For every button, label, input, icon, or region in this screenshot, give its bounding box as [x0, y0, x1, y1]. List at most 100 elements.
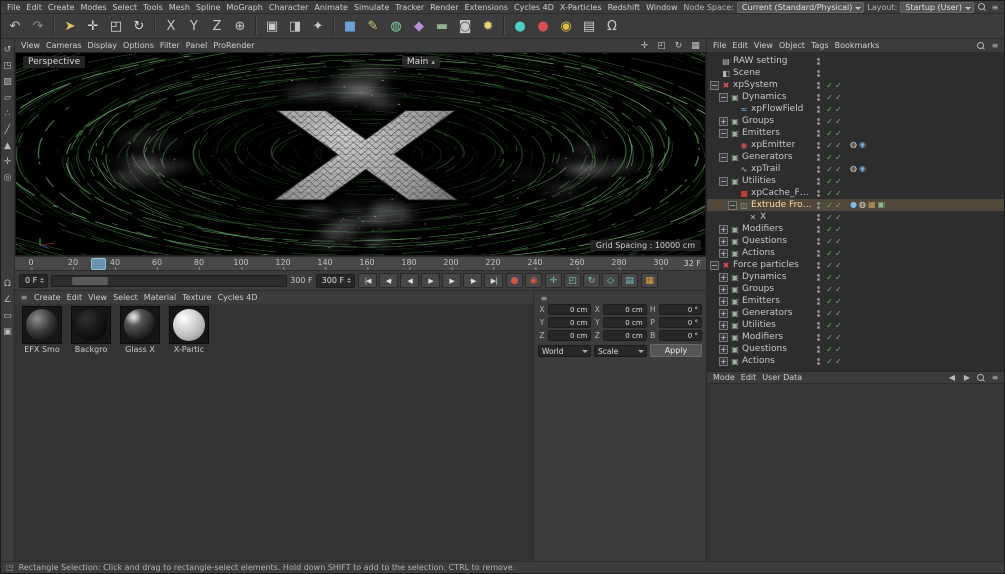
- expand-icon[interactable]: +: [719, 248, 728, 258]
- tree-item-actions[interactable]: + ▣ Actions ✓✓: [707, 355, 1004, 367]
- expand-icon[interactable]: +: [719, 296, 728, 306]
- tree-item-x[interactable]: ✕ X ✓✓: [707, 211, 1004, 223]
- model-mode-icon[interactable]: ◳: [2, 60, 14, 72]
- material-menu-create[interactable]: Create: [31, 293, 64, 302]
- xparticles-system-icon[interactable]: ●: [532, 15, 554, 37]
- enable-checkmarks[interactable]: ✓✓: [823, 153, 847, 162]
- visibility-dots[interactable]: [813, 201, 823, 209]
- visibility-dots[interactable]: [813, 57, 823, 65]
- coordinate-field[interactable]: 0 °: [658, 330, 702, 341]
- coordinate-field[interactable]: 0 cm: [603, 317, 647, 328]
- tree-item-xpsystem[interactable]: − ✖ xpSystem ✓✓: [707, 79, 1004, 91]
- menu-tracker[interactable]: Tracker: [392, 3, 427, 12]
- attribute-menu-mode[interactable]: Mode: [710, 373, 738, 382]
- tree-item-groups[interactable]: + ▣ Groups ✓✓: [707, 283, 1004, 295]
- enable-checkmarks[interactable]: ✓✓: [823, 201, 847, 210]
- expand-icon[interactable]: +: [719, 320, 728, 330]
- attribute-menu-edit[interactable]: Edit: [738, 373, 760, 382]
- quantize-icon[interactable]: ∠: [2, 294, 14, 306]
- goto-end-button[interactable]: ▶|: [484, 273, 504, 288]
- visibility-dots[interactable]: [813, 129, 823, 137]
- tree-item-xptrail[interactable]: ∿ xpTrail ✓✓ ◍ ◉: [707, 163, 1004, 175]
- search-icon[interactable]: [976, 373, 986, 383]
- enable-checkmarks[interactable]: ✓✓: [823, 225, 847, 234]
- visibility-dots[interactable]: [813, 81, 823, 89]
- tree-item-xpflowfield[interactable]: ≈ xpFlowField ✓✓: [707, 103, 1004, 115]
- spinner-icon[interactable]: [40, 278, 45, 283]
- tree-item-xpemitter[interactable]: ◉ xpEmitter ✓✓ ◍ ◉: [707, 139, 1004, 151]
- tree-item-generators[interactable]: − ▣ Generators ✓✓: [707, 151, 1004, 163]
- enable-checkmarks[interactable]: ✓✓: [823, 357, 847, 366]
- xp-display-tag[interactable]: ◍: [850, 164, 857, 174]
- visibility-dots[interactable]: [813, 297, 823, 305]
- viewport-menu-options[interactable]: Options: [120, 41, 157, 50]
- menu-window[interactable]: Window: [643, 3, 681, 12]
- locked-workplane-icon[interactable]: ▣: [2, 326, 14, 338]
- pan-view-icon[interactable]: ✛: [637, 40, 652, 52]
- menu-redshift[interactable]: Redshift: [605, 3, 643, 12]
- coordinate-field[interactable]: 0 cm: [548, 330, 592, 341]
- phong-tag[interactable]: ●: [850, 200, 857, 210]
- viewport-menu-panel[interactable]: Panel: [183, 41, 211, 50]
- expand-icon[interactable]: +: [719, 332, 728, 342]
- xp-group-tag[interactable]: ◉: [859, 164, 866, 174]
- expand-icon[interactable]: +: [719, 356, 728, 366]
- object-menu-edit[interactable]: Edit: [729, 41, 751, 50]
- play-button[interactable]: ▶: [421, 273, 441, 288]
- render-picture-viewer-icon[interactable]: ◨: [284, 15, 306, 37]
- transform-space-select[interactable]: World: [538, 344, 591, 357]
- current-frame-marker[interactable]: [91, 258, 107, 270]
- display-filter-icon[interactable]: ▤: [578, 15, 600, 37]
- light-icon[interactable]: ✹: [477, 15, 499, 37]
- cycles4d-icon[interactable]: ●: [509, 15, 531, 37]
- viewport[interactable]: XXX Perspective Main ▴ Grid Spacing : 10…: [15, 52, 706, 256]
- tree-item-dynamics[interactable]: − ▣ Dynamics ✓✓: [707, 91, 1004, 103]
- points-mode-icon[interactable]: ∴: [2, 108, 14, 120]
- history-back-icon[interactable]: ◀: [946, 372, 958, 383]
- menu-file[interactable]: File: [4, 3, 23, 12]
- coordinate-field[interactable]: 0 cm: [548, 304, 592, 315]
- enable-checkmarks[interactable]: ✓✓: [823, 237, 847, 246]
- enable-axis-icon[interactable]: ✛: [2, 156, 14, 168]
- viewport-menu-cameras[interactable]: Cameras: [43, 41, 85, 50]
- enable-checkmarks[interactable]: ✓✓: [823, 321, 847, 330]
- menu-simulate[interactable]: Simulate: [351, 3, 392, 12]
- next-key-button[interactable]: ·▶: [463, 273, 483, 288]
- preview-range-slider[interactable]: [51, 274, 288, 287]
- enable-checkmarks[interactable]: ✓✓: [823, 285, 847, 294]
- spinner-icon[interactable]: [347, 278, 352, 283]
- visibility-dots[interactable]: [813, 321, 823, 329]
- object-menu-file[interactable]: File: [710, 41, 729, 50]
- apply-button[interactable]: Apply: [650, 344, 702, 357]
- coordinate-field[interactable]: 0 cm: [548, 317, 592, 328]
- visibility-dots[interactable]: [813, 309, 823, 317]
- object-menu-bookmarks[interactable]: Bookmarks: [832, 41, 883, 50]
- material-menu-select[interactable]: Select: [110, 293, 141, 302]
- record-scale-toggle[interactable]: ◰: [564, 273, 582, 288]
- material-menu-cycles-4d[interactable]: Cycles 4D: [215, 293, 261, 302]
- tree-item-generators[interactable]: + ▣ Generators ✓✓: [707, 307, 1004, 319]
- tree-item-modifiers[interactable]: + ▣ Modifiers ✓✓: [707, 223, 1004, 235]
- add-cube-icon[interactable]: ■: [339, 15, 361, 37]
- record-position-toggle[interactable]: ✛: [545, 273, 563, 288]
- viewport-canvas[interactable]: XXX: [16, 53, 705, 255]
- expand-icon[interactable]: +: [719, 236, 728, 246]
- enable-checkmarks[interactable]: ✓✓: [823, 81, 847, 90]
- menu-tools[interactable]: Tools: [140, 3, 166, 12]
- material-glass-x[interactable]: Glass X: [118, 306, 162, 354]
- rotate-view-icon[interactable]: ↻: [671, 40, 686, 52]
- material-efx-smo[interactable]: EFX Smo: [20, 306, 64, 354]
- coordinate-field[interactable]: 0 cm: [603, 330, 647, 341]
- expand-icon[interactable]: +: [719, 272, 728, 282]
- timeline-ruler[interactable]: 32 F 0 20 40 60 80 100 120 140 160 180 200 220 240 26…: [15, 256, 706, 271]
- viewport-menu-view[interactable]: View: [18, 41, 43, 50]
- menu-render[interactable]: Render: [427, 3, 461, 12]
- prev-frame-button[interactable]: ◀: [400, 273, 420, 288]
- visibility-dots[interactable]: [813, 285, 823, 293]
- coordinate-field[interactable]: 0 cm: [603, 304, 647, 315]
- visibility-dots[interactable]: [813, 153, 823, 161]
- visibility-dots[interactable]: [813, 249, 823, 257]
- expand-icon[interactable]: +: [719, 284, 728, 294]
- expand-icon[interactable]: +: [719, 224, 728, 234]
- view-cycle-icon[interactable]: ▴: [431, 56, 435, 68]
